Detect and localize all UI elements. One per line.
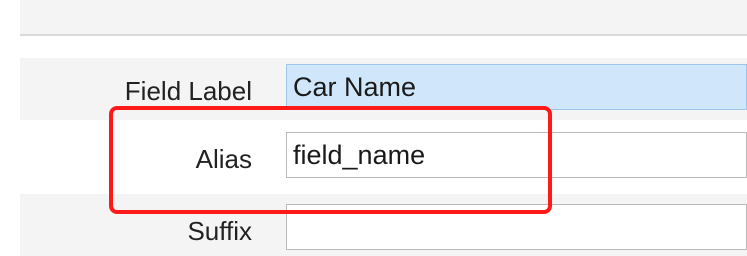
form-row-suffix: Suffix — [20, 194, 747, 256]
field-label-label: Field Label — [124, 76, 252, 106]
alias-label: Alias — [195, 144, 252, 174]
panel-header-band — [20, 0, 747, 36]
alias-input[interactable]: field_name — [286, 132, 747, 178]
suffix-label: Suffix — [187, 216, 252, 246]
field-label-input[interactable]: Car Name — [286, 64, 747, 110]
form-row-alias: Alias field_name — [20, 120, 747, 182]
properties-panel: Field Label Car Name Alias field_name Su… — [0, 0, 747, 256]
form-row-field-label: Field Label Car Name — [20, 58, 747, 120]
suffix-input[interactable] — [286, 204, 747, 250]
